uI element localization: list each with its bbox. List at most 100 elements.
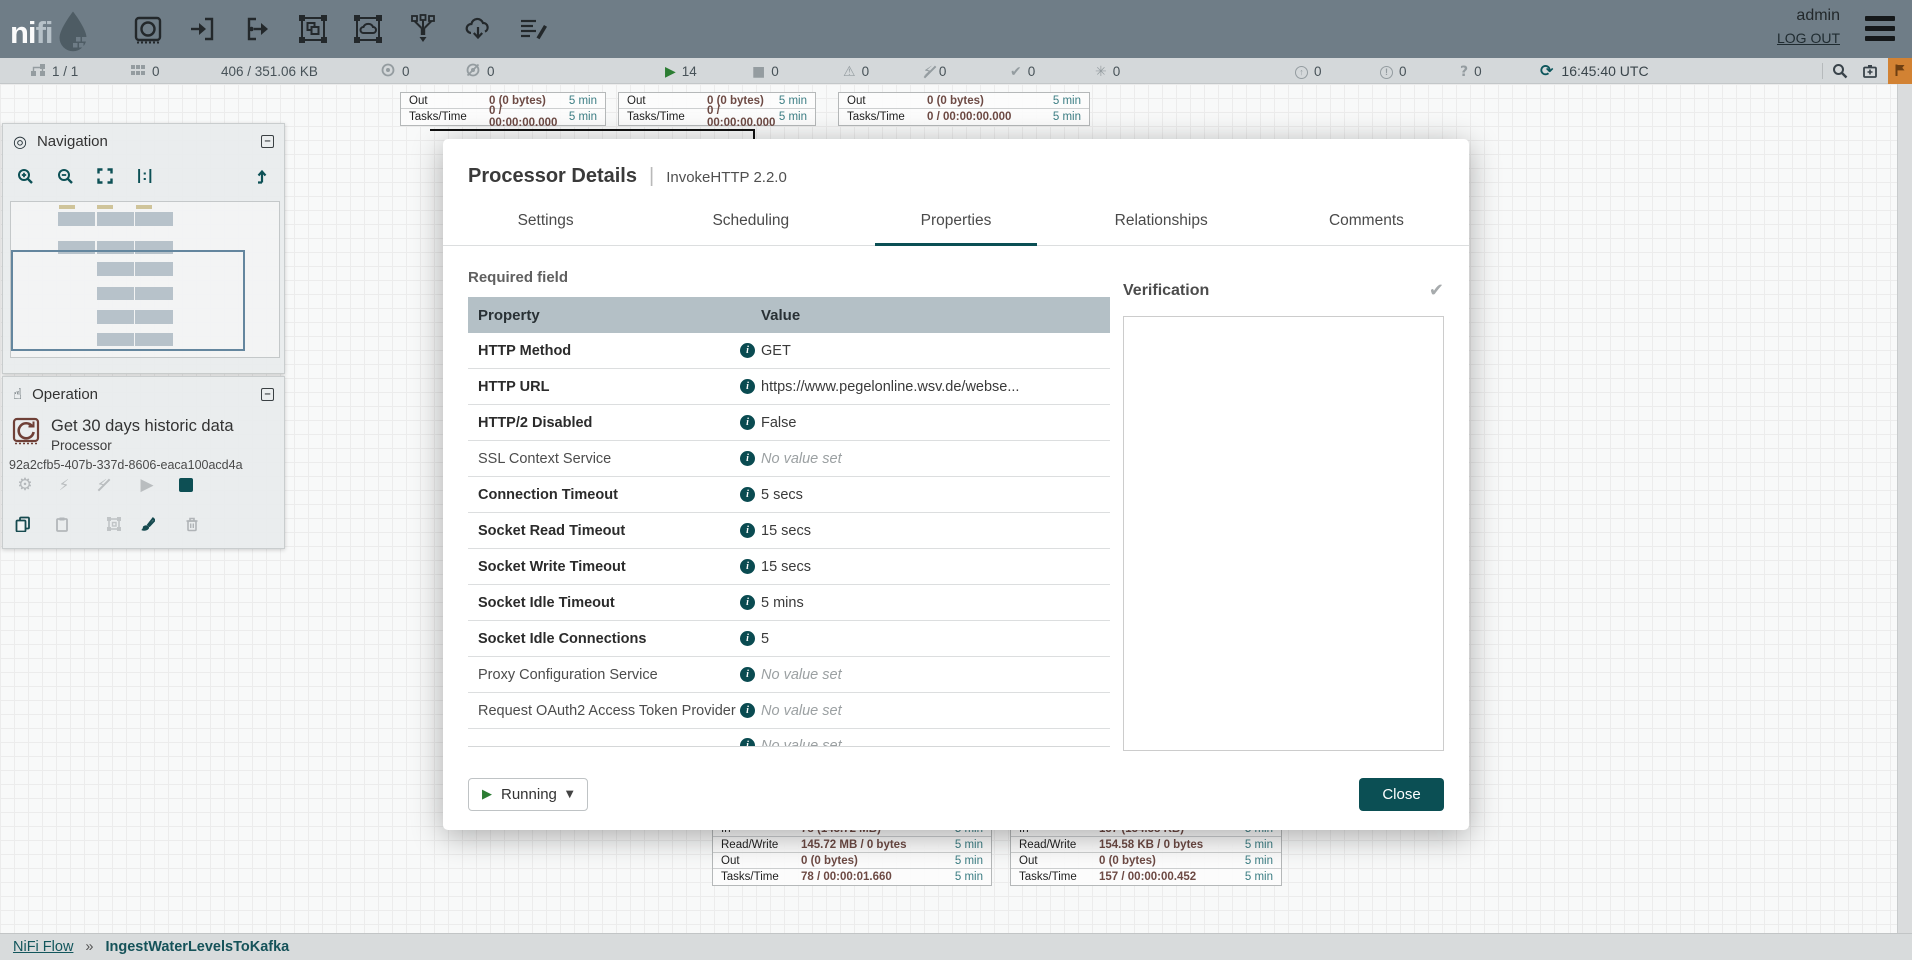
minimap-component [58, 212, 95, 226]
template-icon[interactable] [462, 13, 494, 45]
status-value: 0 [1314, 64, 1322, 79]
component-toolbar [132, 0, 549, 58]
input-port-icon[interactable] [187, 13, 219, 45]
info-icon[interactable]: i [740, 379, 761, 394]
verification-results-box [1123, 316, 1444, 751]
output-port-icon[interactable] [242, 13, 274, 45]
paste-icon[interactable] [51, 513, 73, 535]
property-value: GET [761, 343, 1110, 359]
stat-row: Tasks/Time0 / 00:00:00.0005 min [401, 109, 605, 125]
breadcrumb-separator: » [85, 939, 93, 955]
status-value: 14 [682, 64, 697, 79]
active-threads-icon [130, 62, 146, 81]
last-refresh[interactable]: ⟳ 16:45:40 UTC [1540, 58, 1649, 84]
minimap-component [136, 205, 152, 209]
stat-row: Tasks/Time0 / 00:00:00.0005 min [839, 109, 1089, 125]
processor-icon[interactable] [132, 13, 164, 45]
logout-link[interactable]: LOG OUT [1777, 30, 1840, 46]
info-icon[interactable]: i [740, 415, 761, 430]
info-icon[interactable]: i [740, 667, 761, 682]
info-icon[interactable]: i [740, 559, 761, 574]
configure-icon[interactable]: ⚙ [14, 474, 36, 496]
status-value: 1 / 1 [52, 64, 78, 79]
canvas-scrollbar[interactable] [1897, 84, 1912, 933]
tab-scheduling[interactable]: Scheduling [648, 204, 853, 245]
tab-settings[interactable]: Settings [443, 204, 648, 245]
label-icon[interactable] [517, 13, 549, 45]
run-state-button[interactable]: ▶ Running ▼ [468, 778, 588, 811]
info-icon[interactable]: i [740, 451, 761, 466]
stat-row: Read/Write145.72 MB / 0 bytes5 min [713, 837, 991, 853]
collapse-operation-button[interactable]: – [261, 388, 274, 401]
status-value: 0 [1474, 64, 1482, 79]
property-row: HTTP URLihttps://www.pegelonline.wsv.de/… [468, 369, 1110, 405]
group-icon[interactable] [103, 513, 125, 535]
zoom-in-icon[interactable] [17, 168, 33, 184]
minimap-component [59, 205, 75, 209]
info-icon[interactable]: i [740, 343, 761, 358]
navigation-title: Navigation [37, 133, 108, 150]
flow-analysis-icon[interactable] [1858, 58, 1882, 84]
status-value: 0 [402, 64, 410, 79]
info-icon[interactable]: i [740, 487, 761, 502]
collapse-navigation-button[interactable]: – [261, 135, 274, 148]
stop-icon[interactable] [175, 474, 197, 496]
property-value: False [761, 415, 1110, 431]
status-item-queued: 406 / 351.06 KB [215, 58, 318, 84]
zoom-out-icon[interactable] [57, 168, 73, 184]
statusbar-divider [1822, 63, 1823, 79]
minimap-component [97, 205, 113, 209]
tab-relationships[interactable]: Relationships [1059, 204, 1264, 245]
bulletin-icon[interactable] [1888, 58, 1912, 84]
zoom-actual-icon[interactable]: |:| [137, 167, 153, 184]
status-value: 0 [771, 64, 779, 79]
chevron-down-icon: ▼ [566, 789, 574, 800]
remote-process-group-icon[interactable] [352, 13, 384, 45]
property-row: Socket Idle Timeouti5 mins [468, 585, 1110, 621]
stat-row: Tasks/Time0 / 00:00:00.0005 min [619, 109, 815, 125]
property-row: HTTP/2 DisablediFalse [468, 405, 1110, 441]
disable-icon[interactable]: ⚡ [91, 474, 113, 496]
status-item-cluster: 1 / 1 [30, 58, 78, 84]
info-icon[interactable]: i [740, 595, 761, 610]
verification-check-icon[interactable]: ✔ [1429, 280, 1444, 301]
nifi-app: nifi admin LOG OUT 1 / 10406 / 351.06 KB… [0, 0, 1912, 960]
properties-table-header: Property Value [468, 297, 1110, 333]
property-name: Socket Idle Timeout [468, 595, 740, 611]
global-menu-icon[interactable] [1865, 16, 1895, 46]
process-group-icon[interactable] [297, 13, 329, 45]
info-icon[interactable]: i [740, 631, 761, 646]
info-icon[interactable]: i [740, 523, 761, 538]
tab-comments[interactable]: Comments [1264, 204, 1469, 245]
jump-to-icon[interactable] [254, 168, 270, 184]
start-icon[interactable]: ▶ [136, 474, 158, 496]
close-button[interactable]: Close [1359, 778, 1444, 811]
status-value: 0 [1113, 64, 1121, 79]
tab-properties[interactable]: Properties [853, 204, 1058, 245]
navigation-panel: ◎ Navigation – |:| [2, 123, 285, 374]
status-value: 0 [1399, 64, 1407, 79]
sync-failure-icon: ? [1460, 64, 1468, 79]
refresh-time: 16:45:40 UTC [1561, 63, 1648, 79]
info-icon[interactable]: i [740, 703, 761, 718]
status-bar: 1 / 10406 / 351.06 KB00▶14■0⚠0⚡0✔0✳0↑0!0… [0, 58, 1912, 84]
enable-icon[interactable]: ⚡ [53, 474, 75, 496]
minimap-viewport[interactable] [11, 250, 245, 351]
delete-icon[interactable] [181, 513, 203, 535]
zoom-fit-icon[interactable] [97, 168, 113, 184]
status-item-up-to-date: ✔0 [1010, 58, 1035, 84]
minimap[interactable] [10, 201, 280, 358]
funnel-icon[interactable] [407, 13, 439, 45]
property-row: Socket Idle Connectionsi5 [468, 621, 1110, 657]
selected-component-type: Processor [51, 438, 112, 453]
property-value: No value set [761, 703, 1110, 719]
color-icon[interactable] [136, 513, 158, 535]
copy-icon[interactable] [12, 513, 34, 535]
property-name: HTTP Method [468, 343, 740, 359]
property-value: https://www.pegelonline.wsv.de/webse... [761, 379, 1110, 395]
breadcrumb-root-link[interactable]: NiFi Flow [13, 939, 73, 955]
search-icon[interactable] [1828, 58, 1852, 84]
info-icon[interactable]: i [740, 738, 761, 746]
running-icon: ▶ [665, 64, 676, 79]
current-user: admin [1777, 7, 1840, 25]
